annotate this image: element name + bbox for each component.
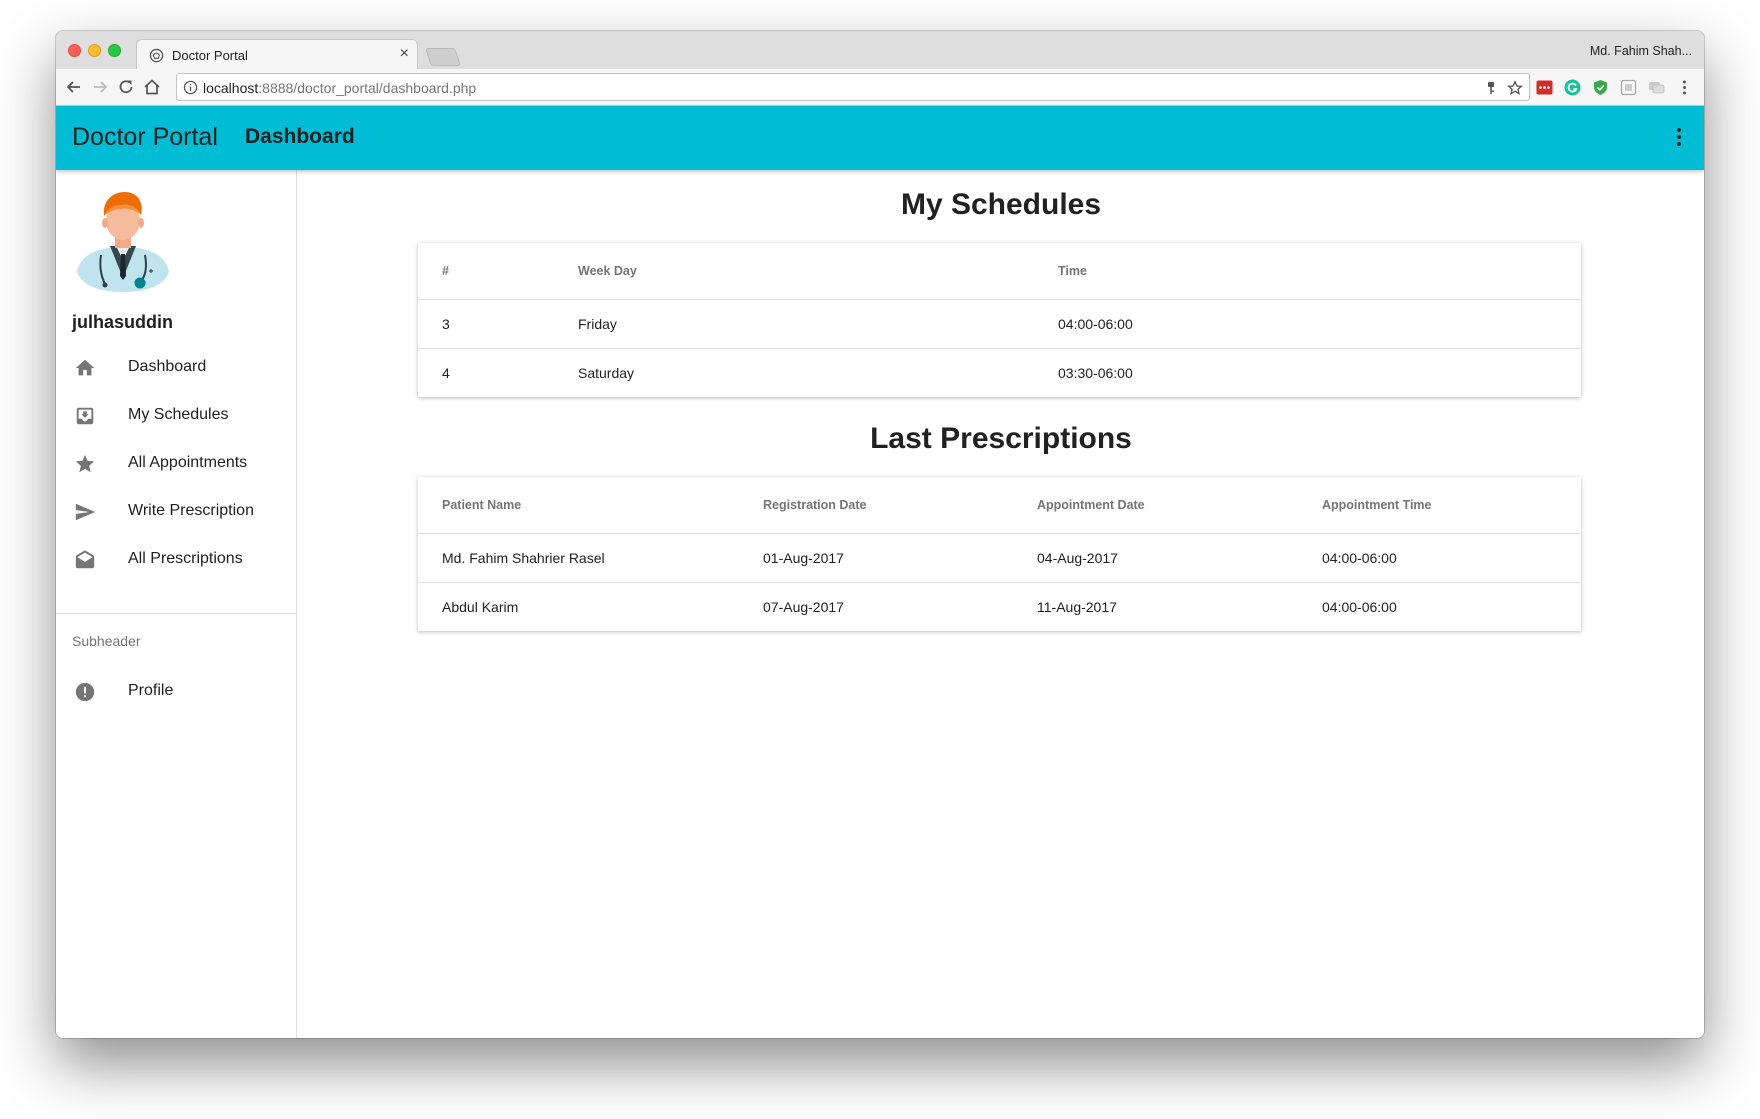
sidebar-item-label: All Prescriptions [128,550,243,567]
prescriptions-table-card: Patient Name Registration Date Appointme… [418,477,1581,631]
sidebar-item-label: All Appointments [128,454,248,471]
star-icon [75,454,95,473]
sidebar-item-label: My Schedules [128,406,229,423]
inbox-icon [76,407,94,425]
sidebar-item-label: Dashboard [128,358,207,375]
globe-icon [149,48,164,63]
grammarly-extension-icon[interactable] [1564,79,1581,96]
sidebar-item-my-schedules[interactable]: My Schedules [56,394,296,438]
doctor-avatar [77,192,169,292]
column-header-week-day: Week Day [578,243,1058,300]
column-header-time: Time [1058,243,1581,300]
browser-toolbar: localhost:8888/doctor_portal/dashboard.p… [56,69,1704,106]
prescriptions-table: Patient Name Registration Date Appointme… [418,477,1581,631]
column-header-patient-name: Patient Name [418,477,763,534]
lastpass-extension-icon[interactable] [1536,79,1553,96]
table-cell: 01-Aug-2017 [763,533,1037,583]
schedules-title: My Schedules [900,188,1102,221]
sidebar-item-all-appointments[interactable]: All Appointments [56,442,296,486]
maximize-window-button[interactable] [108,44,121,57]
info-icon[interactable] [183,80,198,95]
table-cell: 04-Aug-2017 [1037,533,1322,583]
sidebar-item-label: Write Prescription [128,502,254,519]
appbar-dashboard-link[interactable]: Dashboard [245,125,355,149]
drafts-icon [75,550,95,569]
table-cell: 11-Aug-2017 [1037,598,1117,615]
browser-profile-name[interactable]: Md. Fahim Shah... [1590,44,1692,58]
home-icon [75,359,95,376]
app-brand[interactable]: Doctor Portal [72,123,218,152]
browser-tab[interactable]: Doctor Portal × [136,39,418,70]
table-cell: Md. Fahim Shahrier Rasel [418,533,763,583]
close-window-button[interactable] [68,44,81,57]
table-cell: Friday [578,299,1058,349]
table-cell: 3 [418,299,578,349]
new-tab-button[interactable] [425,48,461,66]
table-cell: 07-Aug-2017 [763,598,844,615]
url-text: localhost:8888/doctor_portal/dashboard.p… [203,80,477,96]
chat-extension-icon[interactable] [1648,79,1665,96]
browser-window: Doctor Portal × Md. Fahim Shah... localh… [56,31,1704,1038]
column-header-number: # [418,243,578,300]
table-row[interactable]: 3 Friday 04:00-06:00 [418,299,1581,349]
table-cell: Saturday [578,364,635,381]
column-header-registration-date: Registration Date [763,477,1037,534]
table-row[interactable]: 4 Saturday 03:30-06:00 [418,348,1581,397]
more-vert-icon[interactable] [1676,128,1682,148]
browser-titlebar: Doctor Portal × Md. Fahim Shah... [56,31,1704,70]
table-cell: 04:00-06:00 [1322,533,1581,583]
sidebar-item-label: Profile [128,682,174,699]
send-icon [75,503,96,521]
table-cell: 4 [442,364,450,381]
doctor-portal-app: Doctor Portal Dashboard julhasuddin Dash… [56,106,1704,1038]
table-cell: 04:00-06:00 [1322,598,1397,615]
username: julhasuddin [72,312,173,332]
table-cell: 04:00-06:00 [1058,299,1581,349]
minimize-window-button[interactable] [88,44,101,57]
shield-extension-icon[interactable] [1592,79,1609,96]
forward-arrow-icon[interactable] [90,77,110,97]
main-content: My Schedules # Week Day Time 3 Friday 04… [298,170,1704,1038]
schedules-table: # Week Day Time 3 Friday 04:00-06:00 4 S… [418,243,1581,397]
prescriptions-title: Last Prescriptions [870,422,1132,455]
tab-close-icon[interactable]: × [400,45,409,63]
bookmark-star-icon[interactable] [1507,80,1523,96]
sidebar-item-all-prescriptions[interactable]: All Prescriptions [56,538,296,582]
tab-title: Doctor Portal [172,48,248,63]
back-arrow-icon[interactable] [64,77,84,97]
sidebar-item-dashboard[interactable]: Dashboard [56,346,296,390]
browser-menu-icon[interactable] [1676,79,1693,96]
table-header-row: # Week Day Time [418,243,1581,300]
home-page-icon[interactable] [142,77,162,97]
puzzle-extension-icon[interactable] [1620,79,1637,96]
table-cell: Abdul Karim [442,598,519,615]
table-row[interactable]: Md. Fahim Shahrier Rasel 01-Aug-2017 04-… [418,533,1581,583]
sidebar: julhasuddin Dashboard My Schedules All A… [56,170,297,1038]
sidebar-item-profile[interactable]: Profile [56,670,296,714]
table-row[interactable]: Abdul Karim 07-Aug-2017 11-Aug-2017 04:0… [418,582,1581,631]
table-cell: 03:30-06:00 [1058,364,1133,381]
table-header-row: Patient Name Registration Date Appointme… [418,477,1581,534]
schedules-table-card: # Week Day Time 3 Friday 04:00-06:00 4 S… [418,243,1581,397]
sidebar-subheader: Subheader [72,633,141,649]
reload-icon[interactable] [116,77,136,97]
column-header-appointment-date: Appointment Date [1037,477,1322,534]
sidebar-divider [56,613,296,614]
column-header-appointment-time: Appointment Time [1322,477,1581,534]
alert-circle-icon [75,682,95,702]
key-icon[interactable] [1483,80,1499,96]
app-bar: Doctor Portal Dashboard [56,106,1704,170]
sidebar-item-write-prescription[interactable]: Write Prescription [56,490,296,534]
address-bar[interactable]: localhost:8888/doctor_portal/dashboard.p… [176,73,1530,101]
